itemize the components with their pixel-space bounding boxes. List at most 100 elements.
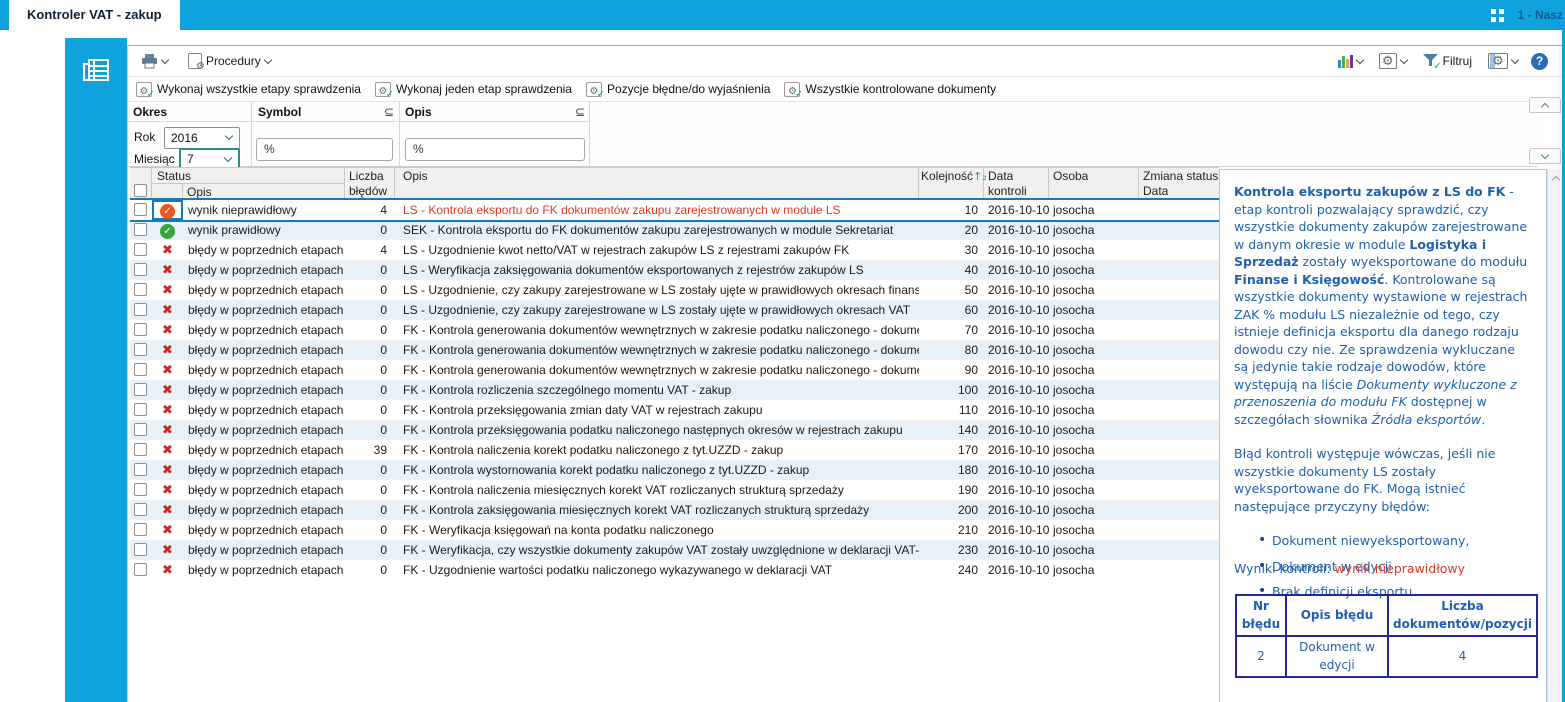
table-row[interactable]: ✖ błędy w poprzednich etapach 39 FK - Kontr… <box>130 440 1219 460</box>
run-gear-icon: ⚙ ✓ <box>136 81 155 100</box>
action-button[interactable]: ⚙ ✓ Wykonaj wszystkie etapy sprawdzenia <box>136 81 361 100</box>
row-checkbox[interactable] <box>134 543 147 556</box>
row-checkbox[interactable] <box>134 443 147 456</box>
result-value: wynik nieprawidłowy <box>1334 561 1466 576</box>
error-count: 0 <box>380 343 387 357</box>
opis-filter-input[interactable]: % <box>405 138 585 161</box>
header-zmiana-statusu[interactable]: Zmiana statusu Data <box>1139 168 1225 199</box>
row-checkbox[interactable] <box>134 283 147 296</box>
action-button[interactable]: ⚙ ✓ Pozycje błędne/do wyjaśnienia <box>585 81 770 100</box>
okres-group-label: Okres <box>133 105 168 119</box>
row-checkbox-cell <box>130 340 152 360</box>
control-description: FK - Kontrola generowania dokumentów wew… <box>403 323 919 337</box>
symbol-filter-input[interactable]: % <box>256 138 393 161</box>
settings-button[interactable]: ⚙ <box>1376 51 1410 71</box>
header-data-kontroli[interactable]: Data kontroli <box>984 168 1049 199</box>
table-row[interactable]: ✖ błędy w poprzednich etapach 0 LS - Weryfi… <box>130 260 1219 280</box>
app-window: Kontroler VAT - zakup 1 - Nasz ⚙ Procedu… <box>0 0 1565 702</box>
header-osoba[interactable]: Osoba <box>1049 168 1139 199</box>
status-icon-cell: ✖ <box>152 300 183 320</box>
table-row[interactable]: ✖ błędy w poprzednich etapach 0 FK - Kontro… <box>130 380 1219 400</box>
row-checkbox[interactable] <box>134 383 147 396</box>
status-description: błędy w poprzednich etapach <box>188 323 344 337</box>
header-opis[interactable]: Opis <box>395 168 919 199</box>
collapse-filter-down-button[interactable] <box>1529 148 1561 164</box>
row-checkbox[interactable] <box>134 423 147 436</box>
table-row[interactable]: ✖ błędy w poprzednich etapach 0 FK - Kontro… <box>130 360 1219 380</box>
error-count: 4 <box>380 243 387 257</box>
table-row[interactable]: ✖ błędy w poprzednich etapach 4 LS - Uzgodn… <box>130 240 1219 260</box>
chart-view-button[interactable] <box>1335 52 1366 70</box>
row-checkbox[interactable] <box>134 403 147 416</box>
filter-funnel-icon: ✓ <box>1422 53 1442 72</box>
table-row[interactable]: ✖ błędy w poprzednich etapach 0 FK - Kontro… <box>130 480 1219 500</box>
error-count: 0 <box>380 383 387 397</box>
status-description: błędy w poprzednich etapach <box>188 243 344 257</box>
row-checkbox[interactable] <box>134 523 147 536</box>
row-checkbox[interactable] <box>134 303 147 316</box>
row-checkbox-cell <box>130 440 152 460</box>
help-button[interactable]: ? <box>1531 52 1548 70</box>
header-liczba-bledow[interactable]: Liczba błędów <box>345 168 395 199</box>
row-checkbox[interactable] <box>134 243 147 256</box>
row-checkbox[interactable] <box>134 563 147 576</box>
error-count: 0 <box>380 503 387 517</box>
table-row[interactable]: ✖ błędy w poprzednich etapach 0 FK - Uzgodn… <box>130 560 1219 580</box>
row-checkbox[interactable] <box>134 363 147 376</box>
bar-chart-icon <box>1337 54 1353 68</box>
action-button[interactable]: ⚙ ✓ Wszystkie kontrolowane dokumenty <box>784 81 996 100</box>
table-row[interactable]: ✖ błędy w poprzednich etapach 0 FK - Weryfi… <box>130 540 1219 560</box>
row-checkbox[interactable] <box>134 463 147 476</box>
company-selector[interactable]: 1 - Nasz <box>1518 8 1563 22</box>
row-checkbox[interactable] <box>134 343 147 356</box>
subset-operator-icon[interactable]: ⊆ <box>575 105 585 119</box>
table-row[interactable]: ✓ wynik prawidłowy 0 SEK - Kontrola eksport… <box>130 220 1219 240</box>
ok-check-icon: ✓ <box>160 224 175 239</box>
status-change-date <box>1139 200 1219 220</box>
tab-kontroler-vat-zakup[interactable]: Kontroler VAT - zakup <box>9 0 180 30</box>
person-value: josocha <box>1053 263 1095 277</box>
print-button[interactable] <box>138 52 171 71</box>
grid-settings-button[interactable]: ⚙ <box>1485 51 1521 71</box>
row-checkbox[interactable] <box>134 203 147 216</box>
control-description: LS - Weryfikacja zaksięgowania dokumentó… <box>403 263 864 277</box>
row-checkbox[interactable] <box>134 323 147 336</box>
table-row[interactable]: ✖ błędy w poprzednich etapach 0 LS - Uzgodn… <box>130 300 1219 320</box>
procedury-menu[interactable]: ⚙ Procedury <box>185 51 274 72</box>
header-kolejnosc[interactable]: Kolejność↑₂ <box>919 168 987 199</box>
header-status[interactable]: Status Opis <box>152 168 345 200</box>
table-row[interactable]: ✓ wynik nieprawidłowy 4 LS - Kontrola ekspo… <box>130 200 1219 220</box>
filtruj-button[interactable]: ✓ Filtruj <box>1420 52 1475 72</box>
row-checkbox[interactable] <box>134 503 147 516</box>
table-row[interactable]: ✖ błędy w poprzednich etapach 0 FK - Kontro… <box>130 460 1219 480</box>
row-checkbox[interactable] <box>134 223 147 236</box>
apps-grid-icon[interactable] <box>1490 8 1504 22</box>
failed-cross-icon: ✖ <box>162 423 173 438</box>
table-row[interactable]: ✖ błędy w poprzednich etapach 0 FK - Kontro… <box>130 500 1219 520</box>
table-row[interactable]: ✖ błędy w poprzednich etapach 0 FK - Kontro… <box>130 340 1219 360</box>
error-count: 39 <box>373 443 387 457</box>
row-checkbox[interactable] <box>134 263 147 276</box>
failed-cross-icon: ✖ <box>162 403 173 418</box>
subset-operator-icon[interactable]: ⊆ <box>384 105 394 119</box>
help-scrollbar[interactable] <box>1547 169 1562 702</box>
error-count: 0 <box>380 303 387 317</box>
grid-module-icon[interactable] <box>82 58 110 91</box>
filter-panel: Okres Symbol ⊆ Opis ⊆ Rok 2016 Miesiąc 7… <box>128 102 1537 170</box>
scroll-up-button[interactable] <box>1548 169 1563 187</box>
table-row[interactable]: ✖ błędy w poprzednich etapach 0 FK - Weryfi… <box>130 520 1219 540</box>
row-checkbox-cell <box>130 400 152 420</box>
failed-cross-icon: ✖ <box>162 363 173 378</box>
select-all-checkbox[interactable] <box>134 184 147 197</box>
row-checkbox[interactable] <box>134 483 147 496</box>
rok-select[interactable]: 2016 <box>164 127 240 149</box>
action-button[interactable]: ⚙ ✓ Wykonaj jeden etap sprawdzenia <box>374 81 572 100</box>
table-row[interactable]: ✖ błędy w poprzednich etapach 0 LS - Uzgodn… <box>130 280 1219 300</box>
status-icon-cell: ✖ <box>152 280 183 300</box>
status-description: błędy w poprzednich etapach <box>188 303 344 317</box>
table-row[interactable]: ✖ błędy w poprzednich etapach 0 FK - Kontro… <box>130 420 1219 440</box>
table-row[interactable]: ✖ błędy w poprzednich etapach 0 FK - Kontro… <box>130 320 1219 340</box>
table-row[interactable]: ✖ błędy w poprzednich etapach 0 FK - Kontro… <box>130 400 1219 420</box>
error-summary-table: Nr błędu Opis błędu Liczba dokumentów/po… <box>1235 594 1538 678</box>
collapse-filter-up-button[interactable] <box>1529 97 1561 113</box>
